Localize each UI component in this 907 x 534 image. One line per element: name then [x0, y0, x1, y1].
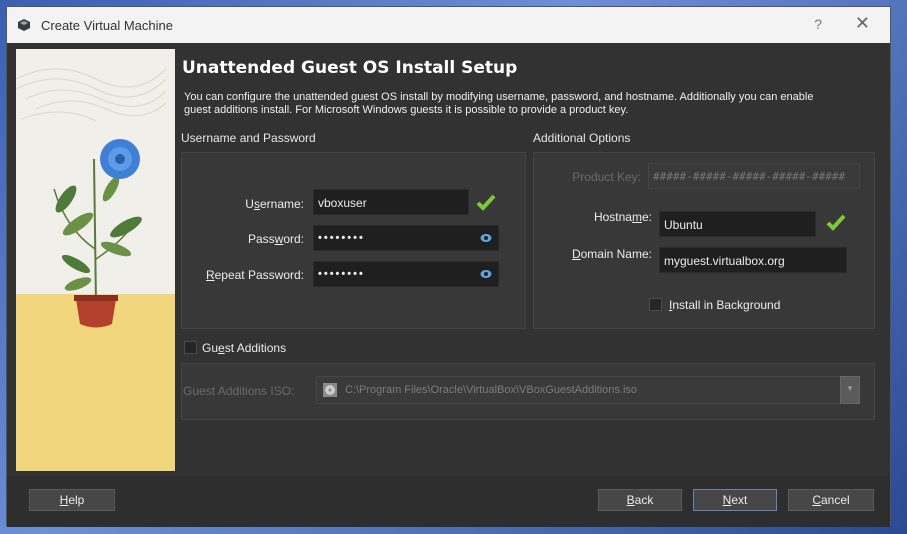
disc-icon — [323, 383, 337, 397]
domain-name-input[interactable]: myguest.virtualbox.org — [659, 247, 847, 273]
username-label: Username: — [245, 197, 304, 211]
password-label: Password: — [247, 232, 304, 246]
domain-name-label: Domain Name: — [571, 247, 652, 261]
username-section-title: Username and Password — [181, 131, 316, 145]
plant-illustration — [16, 49, 175, 471]
password-dots: •••••••• — [318, 232, 365, 244]
button-bar: Help Back Next Cancel — [7, 476, 890, 527]
hostname-label: Hostname: — [593, 210, 652, 224]
username-valid-check-icon — [476, 194, 496, 211]
page-description: You can configure the unattended guest O… — [184, 91, 814, 116]
guest-additions-label[interactable]: Guest Additions — [202, 341, 286, 355]
product-key-label: Product Key: — [572, 170, 641, 184]
cancel-button[interactable]: Cancel — [788, 489, 874, 511]
hostname-valid-check-icon — [826, 214, 846, 231]
product-key-input: #####-#####-#####-#####-##### — [648, 163, 860, 189]
virtualbox-app-icon — [18, 19, 30, 31]
next-button[interactable]: Next — [693, 489, 777, 511]
back-button[interactable]: Back — [598, 489, 682, 511]
create-vm-dialog: Create Virtual Machine ? ✕ Unattended Gu… — [6, 6, 891, 527]
help-question-icon[interactable]: ? — [814, 16, 822, 32]
repeat-password-label: Repeat Password: — [205, 268, 304, 282]
page-heading: Unattended Guest OS Install Setup — [182, 58, 518, 78]
guest-additions-iso-field: C:\Program Files\Oracle\VirtualBox\VBoxG… — [316, 376, 841, 404]
password-input[interactable]: •••••••• — [313, 225, 499, 251]
guest-additions-iso-label: Guest Additions ISO: — [183, 384, 295, 398]
iso-path-text: C:\Program Files\Oracle\VirtualBox\VBoxG… — [345, 384, 638, 396]
repeat-password-dots: •••••••• — [318, 268, 365, 280]
help-button[interactable]: Help — [29, 489, 115, 511]
title-bar: Create Virtual Machine ? ✕ — [7, 7, 890, 43]
username-input[interactable]: vboxuser — [313, 189, 469, 215]
hostname-input[interactable]: Ubuntu — [659, 211, 816, 237]
window-title: Create Virtual Machine — [41, 18, 173, 33]
chevron-down-icon: ▼ — [846, 384, 854, 393]
iso-dropdown-button: ▼ — [840, 376, 860, 404]
install-in-background-checkbox[interactable] — [649, 298, 662, 311]
install-in-background-label[interactable]: Install in Background — [669, 298, 780, 312]
show-repeat-password-eye-icon[interactable] — [480, 268, 492, 280]
show-password-eye-icon[interactable] — [480, 232, 492, 244]
close-icon[interactable]: ✕ — [855, 13, 870, 34]
options-section-title: Additional Options — [533, 131, 631, 145]
guest-additions-checkbox[interactable] — [184, 341, 197, 354]
repeat-password-input[interactable]: •••••••• — [313, 261, 499, 287]
